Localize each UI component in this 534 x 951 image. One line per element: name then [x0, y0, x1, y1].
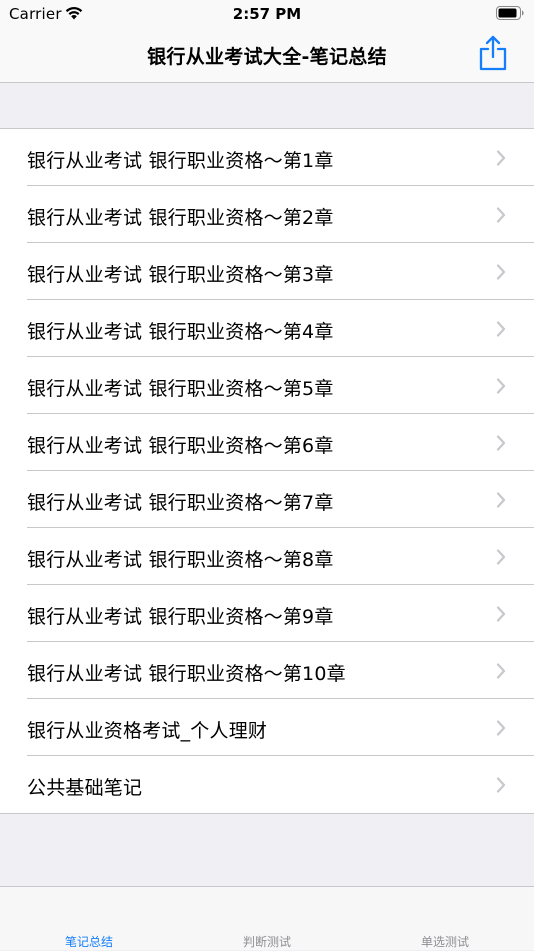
list-item[interactable]: 银行从业考试 银行职业资格～第8章: [0, 528, 534, 585]
tab-single-choice-test[interactable]: 单选测试: [356, 887, 534, 951]
list-item[interactable]: 银行从业考试 银行职业资格～第3章: [0, 243, 534, 300]
chevron-right-icon: [496, 549, 506, 565]
status-bar: Carrier 2:57 PM: [0, 0, 534, 28]
list-item-label: 银行从业考试 银行职业资格～第3章: [27, 264, 334, 286]
list-item-label: 银行从业考试 银行职业资格～第1章: [27, 150, 334, 172]
chevron-right-icon: [496, 720, 506, 736]
chevron-right-icon: [496, 150, 506, 166]
list-item-label: 银行从业考试 银行职业资格～第4章: [27, 321, 334, 343]
list-item[interactable]: 银行从业考试 银行职业资格～第6章: [0, 414, 534, 471]
page-title: 银行从业考试大全-笔记总结: [147, 46, 387, 68]
list-item-label: 银行从业考试 银行职业资格～第10章: [27, 663, 346, 685]
clock: 2:57 PM: [232, 5, 302, 23]
list-item-label: 银行从业资格考试_个人理财: [27, 720, 268, 742]
list-item-label: 银行从业考试 银行职业资格～第5章: [27, 378, 334, 400]
list-item-label: 银行从业考试 银行职业资格～第7章: [27, 492, 334, 514]
list-item[interactable]: 银行从业考试 银行职业资格～第1章: [0, 129, 534, 186]
battery-icon: [496, 6, 524, 20]
chevron-right-icon: [496, 321, 506, 337]
tab-bar: 笔记总结 判断测试 单选测试: [0, 886, 534, 950]
list-item[interactable]: 公共基础笔记: [0, 756, 534, 813]
list-item[interactable]: 银行从业考试 银行职业资格～第4章: [0, 300, 534, 357]
chevron-right-icon: [496, 606, 506, 622]
chevron-right-icon: [496, 777, 506, 793]
list-item-label: 公共基础笔记: [27, 777, 143, 799]
list-item[interactable]: 银行从业考试 银行职业资格～第2章: [0, 186, 534, 243]
chevron-right-icon: [496, 492, 506, 508]
list-item[interactable]: 银行从业考试 银行职业资格～第9章: [0, 585, 534, 642]
share-button[interactable]: [476, 34, 510, 72]
tab-true-false-test[interactable]: 判断测试: [178, 887, 356, 951]
list-item-label: 银行从业考试 银行职业资格～第9章: [27, 606, 334, 628]
chevron-right-icon: [496, 264, 506, 280]
chevron-right-icon: [496, 378, 506, 394]
list-item[interactable]: 银行从业考试 银行职业资格～第10章: [0, 642, 534, 699]
tab-notes-summary[interactable]: 笔记总结: [0, 887, 178, 951]
notes-list: 银行从业考试 银行职业资格～第1章 银行从业考试 银行职业资格～第2章 银行从业考试…: [0, 128, 534, 814]
chevron-right-icon: [496, 207, 506, 223]
tab-label: 单选测试: [420, 935, 469, 949]
chevron-right-icon: [496, 663, 506, 679]
navigation-bar: 银行从业考试大全-笔记总结: [0, 28, 534, 83]
list-item[interactable]: 银行从业资格考试_个人理财: [0, 699, 534, 756]
list-item-label: 银行从业考试 银行职业资格～第2章: [27, 207, 334, 229]
list-item-label: 银行从业考试 银行职业资格～第8章: [27, 549, 334, 571]
tab-label: 判断测试: [242, 935, 291, 949]
chevron-right-icon: [496, 435, 506, 451]
list-item-label: 银行从业考试 银行职业资格～第6章: [27, 435, 334, 457]
list-item[interactable]: 银行从业考试 银行职业资格～第7章: [0, 471, 534, 528]
tab-label: 笔记总结: [64, 935, 113, 949]
list-item[interactable]: 银行从业考试 银行职业资格～第5章: [0, 357, 534, 414]
